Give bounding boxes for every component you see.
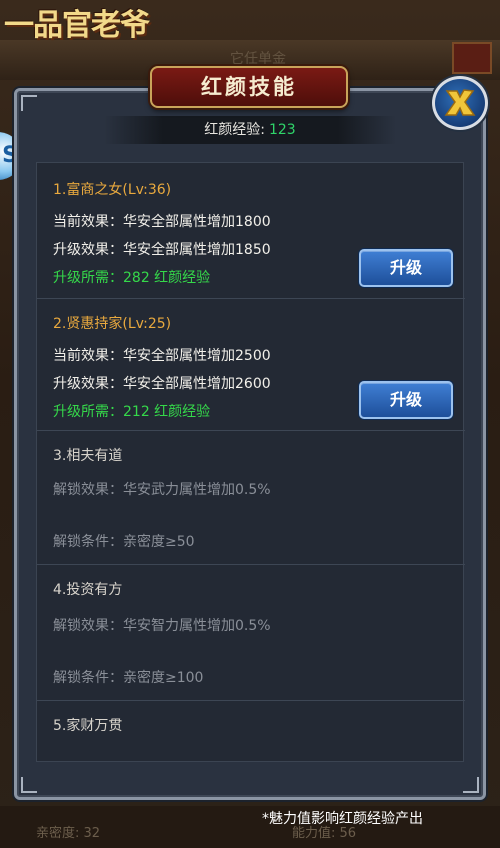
locked-skill-item: 3.相夫有道 解锁效果：华安武力属性增加0.5% 解锁条件：亲密度≥50 bbox=[37, 431, 465, 565]
skill-title: 4.投资有方 bbox=[53, 582, 123, 598]
corner-ornament bbox=[21, 777, 37, 793]
game-logo: 一品官老爷 bbox=[4, 8, 150, 43]
footer-note: *魅力值影响红颜经验产出 bbox=[262, 811, 423, 827]
unlock-effect: 解锁效果：华安智力属性增加0.5% bbox=[53, 618, 271, 634]
unlock-condition: 解锁条件：亲密度≥100 bbox=[53, 670, 204, 686]
close-x-icon bbox=[444, 89, 476, 116]
exp-bar: 红颜经验: 123 bbox=[104, 116, 396, 144]
bottom-stats-bar: 亲密度: 32 能力值: 56 bbox=[0, 806, 500, 848]
upgrade-button[interactable]: 升级 bbox=[359, 249, 453, 287]
locked-skill-item: 4.投资有方 解锁效果：华安智力属性增加0.5% 解锁条件：亲密度≥100 bbox=[37, 565, 465, 701]
skill-title: 5.家财万贯 bbox=[53, 718, 123, 734]
locked-skill-item: 5.家财万贯 bbox=[37, 701, 465, 763]
upgrade-button[interactable]: 升级 bbox=[359, 381, 453, 419]
exp-label: 红颜经验: bbox=[204, 122, 265, 138]
skill-title: 1.富商之女(Lv:36) bbox=[53, 182, 172, 198]
current-effect: 当前效果：华安全部属性增加1800 bbox=[53, 214, 271, 230]
corner-ornament bbox=[463, 777, 479, 793]
skill-title: 3.相夫有道 bbox=[53, 448, 123, 464]
close-button[interactable] bbox=[432, 76, 488, 130]
skill-item: 1.富商之女(Lv:36) 当前效果：华安全部属性增加1800 升级效果：华安全… bbox=[37, 163, 465, 299]
stat-intimacy: 亲密度: 32 bbox=[36, 826, 101, 841]
dialog-title: 红颜技能 bbox=[150, 66, 348, 108]
skill-item: 2.贤惠持家(Lv:25) 当前效果：华安全部属性增加2500 升级效果：华安全… bbox=[37, 299, 465, 431]
corner-ornament bbox=[21, 95, 37, 111]
skill-title: 2.贤惠持家(Lv:25) bbox=[53, 316, 172, 332]
upgrade-requirement: 升级所需：212 红颜经验 bbox=[53, 404, 211, 420]
skill-list[interactable]: 1.富商之女(Lv:36) 当前效果：华安全部属性增加1800 升级效果：华安全… bbox=[36, 162, 465, 763]
upgrade-requirement: 升级所需：282 红颜经验 bbox=[53, 270, 211, 286]
exp-value: 123 bbox=[268, 122, 296, 138]
unlock-effect: 解锁效果：华安武力属性增加0.5% bbox=[53, 482, 271, 498]
unlock-condition: 解锁条件：亲密度≥50 bbox=[53, 534, 195, 550]
background-close-frame bbox=[452, 42, 492, 74]
upgrade-effect: 升级效果：华安全部属性增加1850 bbox=[53, 242, 271, 258]
current-effect: 当前效果：华安全部属性增加2500 bbox=[53, 348, 271, 364]
upgrade-effect: 升级效果：华安全部属性增加2600 bbox=[53, 376, 271, 392]
